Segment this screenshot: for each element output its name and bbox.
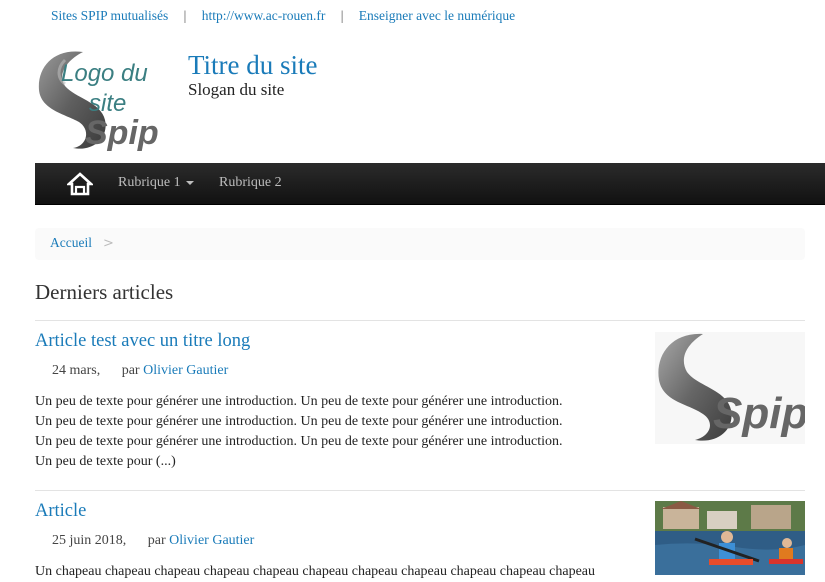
article-date: 25 juin 2018, [52, 533, 127, 548]
caret-down-icon [185, 180, 194, 185]
home-icon [65, 172, 95, 196]
article-intro-line: Un peu de texte pour générer une introdu… [35, 434, 563, 449]
section-title: Derniers articles [35, 280, 174, 304]
article-intro: Un chapeau chapeau chapeau chapeau chape… [35, 562, 635, 582]
article-meta: 25 juin 2018, par Olivier Gautier [52, 533, 254, 549]
article-meta: 24 mars, par Olivier Gautier [52, 363, 228, 379]
site-slogan: Slogan du site [188, 80, 285, 99]
article-title[interactable]: Article test avec un titre long [35, 331, 250, 352]
top-link-sites-spip[interactable]: Sites SPIP mutualisés [51, 8, 168, 23]
article-author[interactable]: Olivier Gautier [143, 363, 228, 378]
top-link-ac-rouen[interactable]: http://www.ac-rouen.fr [202, 8, 326, 23]
home-button[interactable] [65, 172, 95, 196]
top-link-separator: | [183, 8, 187, 23]
article-intro-line: Un peu de texte pour générer une introdu… [35, 414, 563, 429]
svg-text:Spip: Spip [713, 389, 805, 438]
spip-logo-icon: Spip [655, 332, 808, 444]
svg-text:Spip: Spip [85, 114, 159, 152]
article-intro-line: Un chapeau chapeau chapeau chapeau chape… [35, 564, 596, 579]
article-author[interactable]: Olivier Gautier [169, 533, 254, 548]
article-date: 24 mars, [52, 363, 101, 378]
site-logo[interactable]: Logo du site Spip [35, 44, 175, 159]
svg-text:Logo du: Logo du [61, 60, 148, 87]
kayak-photo [655, 501, 805, 575]
article-intro-line: Un peu de texte pour générer une introdu… [35, 394, 563, 409]
nav-item-rubrique-2[interactable]: Rubrique 2 [219, 175, 282, 191]
main-navbar: Rubrique 1 Rubrique 2 [35, 163, 825, 205]
article-thumbnail-photo[interactable] [655, 501, 805, 575]
top-link-separator: | [340, 8, 344, 23]
site-title[interactable]: Titre du site [188, 50, 318, 81]
divider [35, 490, 805, 491]
nav-item-rubrique-1[interactable]: Rubrique 1 [118, 175, 194, 191]
breadcrumb-home[interactable]: Accueil [50, 235, 92, 251]
article-intro: Un peu de texte pour générer une introdu… [35, 392, 635, 472]
svg-text:site: site [89, 90, 126, 117]
article-intro-line: Un peu de texte pour (...) [35, 454, 176, 469]
breadcrumb: Accueil > [35, 228, 805, 260]
spip-logo-icon: Logo du site Spip [38, 51, 159, 152]
top-links: Sites SPIP mutualisés | http://www.ac-ro… [51, 8, 515, 24]
article-title[interactable]: Article [35, 501, 86, 522]
article-by-label: par [121, 363, 140, 378]
breadcrumb-divider: > [103, 236, 114, 251]
article-thumbnail[interactable]: Spip [655, 332, 808, 444]
nav-item-label: Rubrique 1 [118, 175, 181, 190]
top-link-enseigner[interactable]: Enseigner avec le numérique [359, 8, 515, 23]
divider [35, 320, 805, 321]
article-by-label: par [147, 533, 166, 548]
